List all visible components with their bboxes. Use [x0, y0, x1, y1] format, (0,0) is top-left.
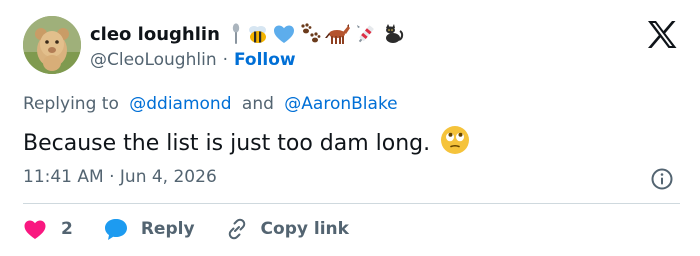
- author-display-name[interactable]: cleo loughlin: [90, 24, 220, 45]
- black-cat-icon: [385, 24, 404, 43]
- copy-link-button[interactable]: Copy link: [225, 217, 349, 241]
- name-emoji-strip: [228, 22, 404, 46]
- mention-link-aaronblake[interactable]: @AaronBlake: [284, 94, 397, 114]
- author-name-row: cleo loughlin: [90, 20, 404, 48]
- reply-button[interactable]: Reply: [103, 217, 195, 241]
- info-icon[interactable]: [650, 167, 674, 191]
- x-logo-icon[interactable]: [647, 21, 677, 48]
- spoon-icon: [232, 23, 240, 44]
- author-handle[interactable]: @CleoLoughlin: [90, 50, 217, 70]
- tweet-actions: 2 Reply Copy link: [23, 215, 349, 243]
- blue-heart-icon: [273, 25, 294, 43]
- firecracker-icon: [356, 25, 374, 43]
- like-count: 2: [61, 219, 73, 239]
- horse-icon: [324, 24, 350, 44]
- tweet-timestamp[interactable]: 11:41 AM · Jun 4, 2026: [23, 167, 217, 187]
- follow-button[interactable]: Follow: [234, 50, 296, 70]
- divider: [23, 203, 680, 204]
- link-icon: [228, 218, 245, 240]
- avatar[interactable]: [23, 16, 81, 74]
- separator-dot: ·: [222, 50, 228, 70]
- copy-link-label: Copy link: [260, 219, 349, 239]
- tweet-text: Because the list is just too dam long.: [23, 125, 470, 161]
- tweet-text-body: Because the list is just too dam long.: [23, 130, 431, 156]
- author-handle-row: @CleoLoughlin · Follow: [90, 49, 296, 71]
- face-with-rolling-eyes-icon: [440, 125, 470, 161]
- like-button[interactable]: 2: [23, 218, 73, 240]
- paw-prints-icon: [301, 23, 321, 43]
- mention-link-ddiamond[interactable]: @ddiamond: [129, 94, 231, 114]
- speech-bubble-icon: [104, 219, 127, 240]
- bee-icon: [248, 26, 266, 43]
- heart-icon: [24, 220, 46, 239]
- reply-context-prefix: Replying to: [23, 94, 119, 114]
- reply-context: Replying to @ddiamond and @AaronBlake: [23, 94, 398, 114]
- reply-context-conjunction: and: [241, 94, 274, 114]
- reply-label: Reply: [140, 219, 195, 239]
